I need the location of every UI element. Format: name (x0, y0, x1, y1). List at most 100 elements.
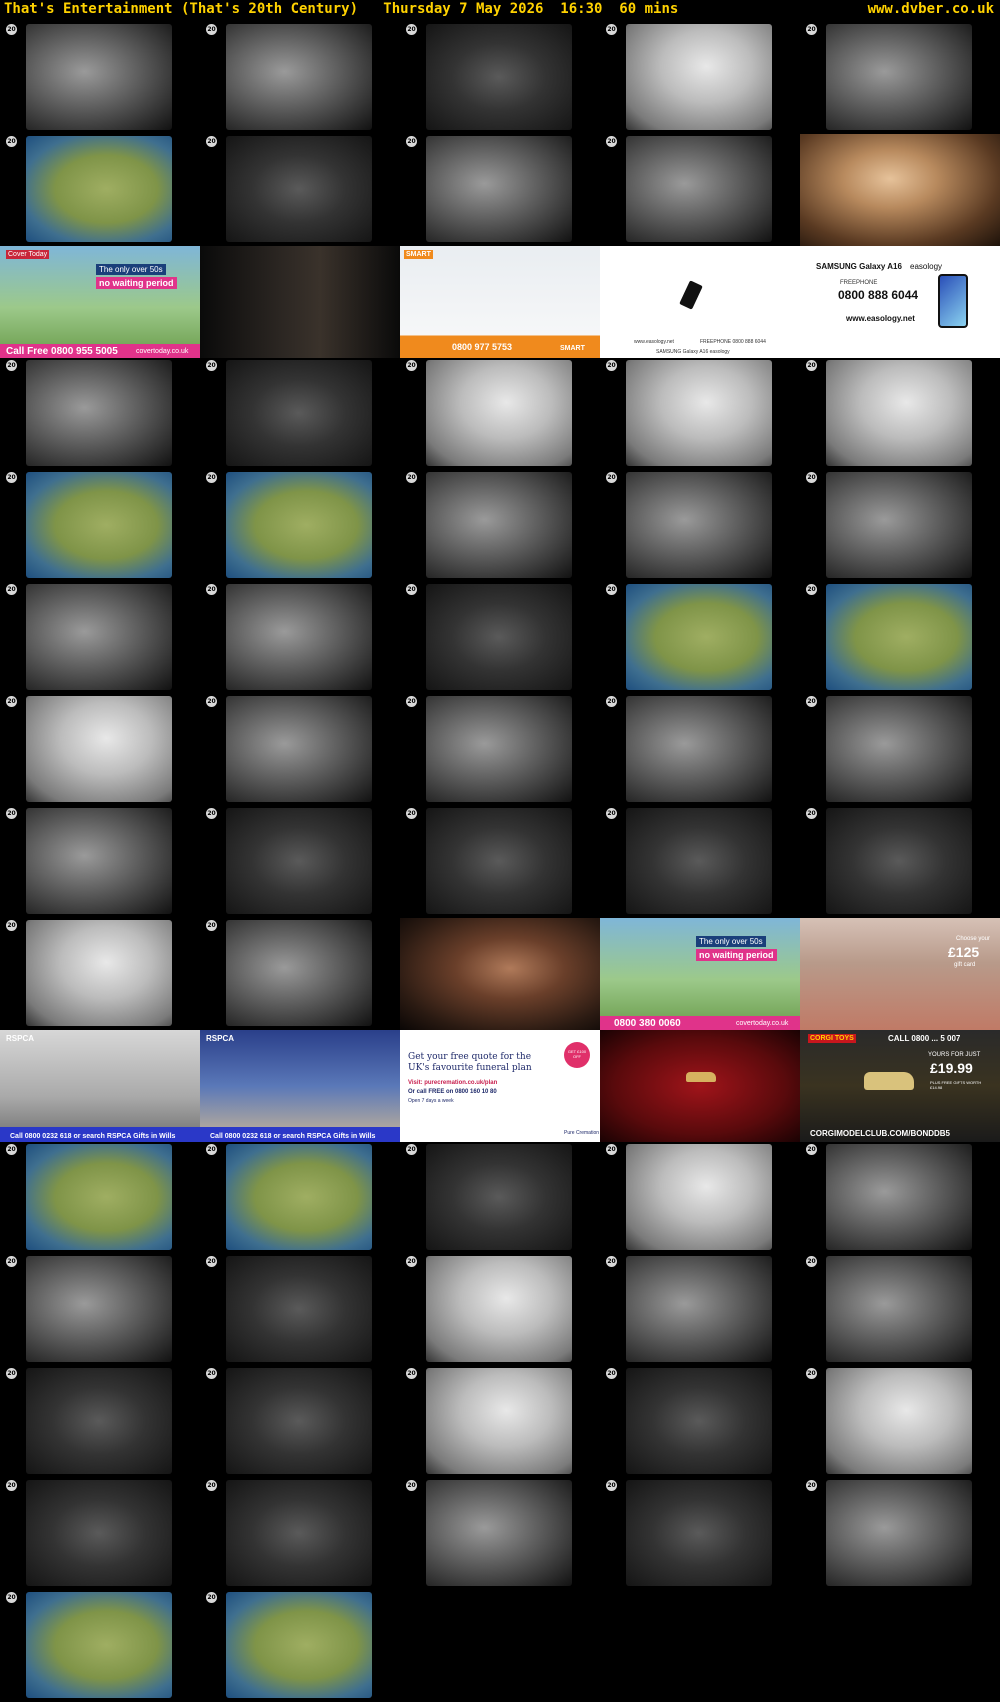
thumbnail[interactable]: 20 (0, 582, 200, 694)
ad-phone: CALL 0800 ... 5 007 (888, 1034, 961, 1043)
thumbnail[interactable]: 20 (400, 582, 600, 694)
thumbnail[interactable]: 20 (0, 22, 200, 134)
thumbnail[interactable] (800, 134, 1000, 246)
channel-logo-icon: 20 (206, 696, 217, 707)
channel-logo-icon: 20 (6, 1592, 17, 1603)
thumbnail[interactable]: 20 (0, 358, 200, 470)
thumbnail[interactable]: 20 (200, 694, 400, 806)
thumbnail[interactable]: Get your free quote for the UK's favourit… (400, 1030, 600, 1142)
thumbnail[interactable]: 20 (200, 806, 400, 918)
video-frame (226, 1480, 372, 1586)
channel-logo-icon: 20 (206, 808, 217, 819)
thumbnail[interactable]: 20 (0, 1142, 200, 1254)
thumbnail[interactable]: 20 (600, 470, 800, 582)
thumbnail[interactable]: 20 (600, 1366, 800, 1478)
thumbnail[interactable]: 20 (600, 1254, 800, 1366)
ad-price: £19.99 (930, 1060, 973, 1076)
thumbnail[interactable]: 20 (400, 470, 600, 582)
thumbnail[interactable]: 20 (600, 582, 800, 694)
thumbnail[interactable] (400, 918, 600, 1030)
video-frame (226, 1144, 372, 1250)
thumbnail[interactable]: 20 (200, 1142, 400, 1254)
thumbnail[interactable]: 20 (200, 1366, 400, 1478)
thumbnail[interactable]: 20 (400, 1478, 600, 1590)
thumbnail[interactable]: 20 (0, 918, 200, 1030)
thumbnail[interactable]: 20 (400, 358, 600, 470)
video-frame (826, 808, 972, 914)
thumbnail[interactable]: SMART 0800 977 5753 SMART (400, 246, 600, 358)
thumbnail[interactable]: 20 (200, 470, 400, 582)
thumbnail[interactable]: 20 (0, 1366, 200, 1478)
thumbnail[interactable]: 20 (800, 470, 1000, 582)
thumbnail[interactable]: 20 (200, 1254, 400, 1366)
channel-logo-icon: 20 (406, 584, 417, 595)
thumbnail[interactable]: 20 (800, 1478, 1000, 1590)
video-frame (226, 24, 372, 130)
channel-logo-icon: 20 (6, 584, 17, 595)
thumbnail[interactable]: 20 (600, 694, 800, 806)
ad-headline: UK's favourite funeral plan (408, 1063, 532, 1073)
thumbnail[interactable]: 20 (0, 470, 200, 582)
video-frame (626, 696, 772, 802)
thumbnail[interactable]: 20 (400, 694, 600, 806)
thumbnail[interactable]: 20 (0, 806, 200, 918)
thumbnail[interactable]: 20 (600, 806, 800, 918)
thumbnail[interactable]: 20 (800, 806, 1000, 918)
thumbnail[interactable]: 20 (800, 694, 1000, 806)
thumbnail[interactable]: 20 (600, 1478, 800, 1590)
video-frame (226, 920, 372, 1026)
thumbnail[interactable]: 20 (0, 1590, 200, 1702)
thumbnail[interactable] (200, 246, 400, 358)
thumbnail[interactable]: 20 (800, 1366, 1000, 1478)
thumbnail[interactable]: 20 (800, 1142, 1000, 1254)
video-frame (426, 472, 572, 578)
thumbnail[interactable]: 20 (0, 1254, 200, 1366)
thumbnail[interactable]: 20 (200, 918, 400, 1030)
thumbnail[interactable]: 20 (200, 582, 400, 694)
video-frame (26, 1592, 172, 1698)
video-frame (426, 1480, 572, 1586)
thumbnail[interactable]: 20 (800, 358, 1000, 470)
thumbnail[interactable]: 20 (0, 1478, 200, 1590)
thumbnail[interactable]: 20 (400, 134, 600, 246)
thumbnail[interactable]: CORGI TOYS CALL 0800 ... 5 007 YOURS FOR J… (800, 1030, 1000, 1142)
thumbnail[interactable]: 20 (200, 1590, 400, 1702)
thumbnail[interactable]: 20 (400, 1254, 600, 1366)
thumbnail[interactable]: 20 (200, 22, 400, 134)
thumbnail[interactable]: RSPCA Call 0800 0232 618 or search RSPCA … (200, 1030, 400, 1142)
site-link[interactable]: www.dvber.co.uk (868, 1, 994, 17)
channel-logo-icon: 20 (6, 1144, 17, 1155)
thumbnail[interactable]: 20 (0, 134, 200, 246)
thumbnail[interactable]: 20 (400, 806, 600, 918)
page-header: That's Entertainment (That's 20th Centur… (0, 0, 1000, 20)
thumbnail[interactable]: 20 (600, 358, 800, 470)
thumbnail[interactable]: Choose your £125 gift card (800, 918, 1000, 1030)
thumbnail[interactable]: 20 (200, 134, 400, 246)
thumbnail[interactable]: RSPCA Call 0800 0232 618 or search RSPCA … (0, 1030, 200, 1142)
channel-logo-icon: 20 (606, 1144, 617, 1155)
channel-logo-icon: 20 (6, 360, 17, 371)
video-frame (626, 1480, 772, 1586)
channel-logo-icon: 20 (806, 1368, 817, 1379)
thumbnail[interactable]: 20 (600, 1142, 800, 1254)
thumbnail[interactable]: 20 (600, 22, 800, 134)
ad-frame: SMART 0800 977 5753 SMART (400, 246, 600, 358)
thumbnail[interactable]: 20 (800, 1254, 1000, 1366)
thumbnail[interactable]: 20 (400, 1142, 600, 1254)
thumbnail[interactable]: 20 (600, 134, 800, 246)
thumbnail[interactable]: 20 (400, 22, 600, 134)
channel-logo-icon: 20 (806, 472, 817, 483)
thumbnail[interactable]: 20 (800, 582, 1000, 694)
thumbnail[interactable]: 20 (400, 1366, 600, 1478)
thumbnail[interactable]: 20 (0, 694, 200, 806)
thumbnail[interactable]: 20 (800, 22, 1000, 134)
thumbnail[interactable] (600, 1030, 800, 1142)
thumbnail[interactable]: The only over 50s no waiting period Call F… (0, 246, 200, 358)
video-frame (400, 918, 600, 1030)
thumbnail[interactable]: www.easology.net FREEPHONE 0800 888 6044 S… (600, 246, 800, 358)
thumbnail[interactable]: 20 (200, 358, 400, 470)
thumbnail[interactable]: 20 (200, 1478, 400, 1590)
thumbnail[interactable]: The only over 50s no waiting period 0800 3… (600, 918, 800, 1030)
channel-logo-icon: 20 (406, 24, 417, 35)
thumbnail[interactable]: SAMSUNG Galaxy A16 easology FREEPHONE 0800 … (800, 246, 1000, 358)
